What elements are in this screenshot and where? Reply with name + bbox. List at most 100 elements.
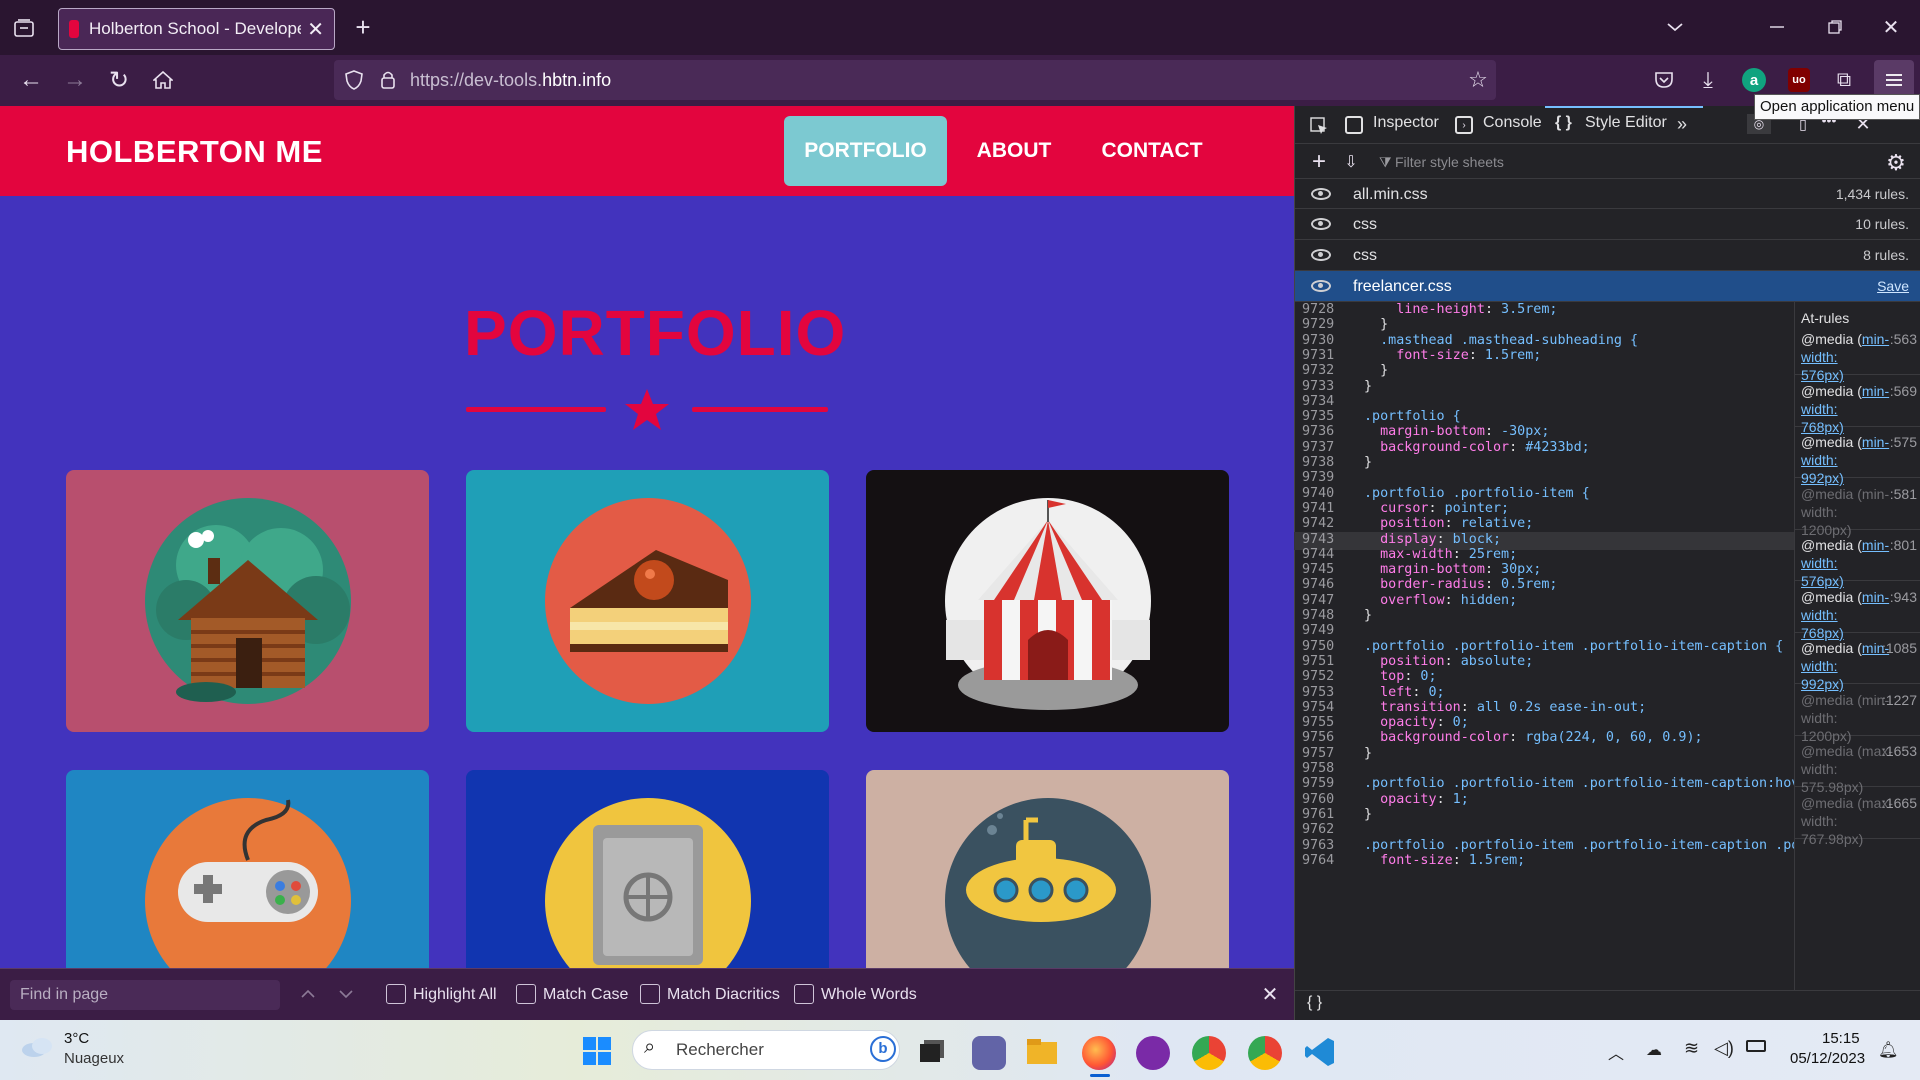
vscode-icon[interactable] (1304, 1036, 1338, 1070)
site-brand[interactable]: HOLBERTON ME (66, 134, 323, 170)
line-number: 9745 (1302, 562, 1335, 578)
stylesheet-row[interactable]: css 8 rules. (1295, 240, 1920, 271)
eye-icon[interactable] (1311, 249, 1331, 261)
whole-words-label[interactable]: Whole Words (821, 986, 917, 1004)
portfolio-item-circus[interactable] (866, 470, 1229, 732)
at-rule-media[interactable]: @media (max-width: 575.98px):1653 (1795, 736, 1920, 795)
private-browsing-icon[interactable] (1136, 1036, 1170, 1070)
extensions-puzzle-icon[interactable]: ⧉ (1830, 66, 1858, 94)
find-previous-icon[interactable] (296, 982, 320, 1006)
tab-style-editor[interactable]: Style Editor (1585, 114, 1667, 132)
filter-input[interactable]: Filter style sheets (1395, 154, 1504, 170)
portfolio-item-controller[interactable] (66, 770, 429, 968)
whole-words-checkbox[interactable] (794, 984, 814, 1004)
list-all-tabs-icon[interactable] (1660, 12, 1690, 42)
forward-icon[interactable]: → (60, 65, 90, 95)
portfolio-item-submarine[interactable] (866, 770, 1229, 968)
tab-console[interactable]: Console (1483, 114, 1542, 132)
chrome-profile-icon[interactable] (1248, 1036, 1282, 1070)
lock-icon[interactable] (376, 68, 400, 92)
weather-temperature[interactable]: 3°C (64, 1030, 89, 1047)
code-line[interactable]: 9764 font-size: 1.5rem; (1294, 853, 1794, 872)
portfolio-item-safe[interactable] (466, 770, 829, 968)
portfolio-item-cake[interactable] (466, 470, 829, 732)
downloads-icon[interactable]: ⤓ (1694, 66, 1722, 94)
restore-icon[interactable] (1820, 12, 1850, 42)
save-link[interactable]: Save (1877, 278, 1909, 294)
nav-portfolio[interactable]: PORTFOLIO (784, 116, 947, 186)
stylesheet-row[interactable]: all.min.css 1,434 rules. (1295, 178, 1920, 209)
network-cloud-icon[interactable]: ☁ (1646, 1040, 1662, 1060)
code-editor[interactable]: 9728 line-height: 3.5rem; 9729 } 9730 .mas… (1294, 300, 1794, 990)
line-number: 9735 (1302, 409, 1335, 425)
browser-tab[interactable]: Holberton School - Developer t ✕ (58, 8, 335, 50)
import-stylesheet-icon[interactable]: ⇩ (1339, 150, 1363, 174)
element-picker-icon[interactable] (1307, 114, 1331, 138)
at-rule-media[interactable]: @media (min-width: 1200px):581 (1795, 479, 1920, 538)
volume-icon[interactable]: ◁) (1714, 1038, 1734, 1059)
match-case-label[interactable]: Match Case (543, 986, 628, 1004)
highlight-all-checkbox[interactable] (386, 984, 406, 1004)
tracking-protection-icon[interactable] (342, 68, 366, 92)
close-tab-icon[interactable]: ✕ (307, 17, 324, 42)
firefox-icon[interactable] (1082, 1036, 1116, 1070)
match-case-checkbox[interactable] (516, 984, 536, 1004)
at-rule-media[interactable]: @media (min-width: 576px):563 (1795, 324, 1920, 383)
teams-chat-icon[interactable] (972, 1036, 1006, 1070)
bing-icon[interactable]: b (870, 1036, 896, 1062)
favicon-icon (69, 20, 79, 38)
tab-list-icon[interactable] (10, 14, 38, 42)
close-window-icon[interactable]: ✕ (1876, 12, 1906, 42)
highlight-all-label[interactable]: Highlight All (413, 986, 497, 1004)
wifi-icon[interactable]: ≋ (1684, 1038, 1699, 1059)
taskbar-search[interactable] (632, 1030, 900, 1070)
home-icon[interactable] (148, 65, 178, 95)
eye-icon[interactable] (1311, 280, 1331, 292)
at-rule-media[interactable]: @media (min-width: 768px):943 (1795, 582, 1920, 641)
stylesheet-row-selected[interactable]: freelancer.css Save (1295, 271, 1920, 302)
find-input[interactable]: Find in page (10, 980, 280, 1010)
settings-gear-icon[interactable]: ⚙ (1883, 150, 1909, 176)
at-rule-media[interactable]: @media (min-width: 576px):801 (1795, 530, 1920, 589)
notifications-bell-icon[interactable]: 🔔︎ (1878, 1040, 1898, 1060)
new-tab-icon[interactable]: + (348, 12, 378, 42)
at-rule-media[interactable]: @media (min-width: 768px):569 (1795, 376, 1920, 435)
stylesheet-row[interactable]: css 10 rules. (1295, 209, 1920, 240)
at-rule-media[interactable]: @media (min-width: 992px):575 (1795, 427, 1920, 486)
eye-icon[interactable] (1311, 218, 1331, 230)
find-next-icon[interactable] (334, 982, 358, 1006)
portfolio-item-cabin[interactable] (66, 470, 429, 732)
match-diacritics-checkbox[interactable] (640, 984, 660, 1004)
reload-icon[interactable]: ↻ (104, 65, 134, 95)
pocket-icon[interactable] (1650, 66, 1678, 94)
task-view-icon[interactable] (918, 1036, 952, 1070)
extension-a-icon[interactable]: a (1742, 68, 1766, 92)
chrome-icon[interactable] (1192, 1036, 1226, 1070)
at-rule-media[interactable]: @media (max-width: 767.98px):1665 (1795, 788, 1920, 847)
windows-start-icon[interactable] (582, 1036, 616, 1070)
more-tabs-icon[interactable]: » (1677, 114, 1687, 135)
bookmark-star-icon[interactable]: ☆ (1464, 66, 1492, 94)
back-icon[interactable]: ← (16, 65, 46, 95)
url-text[interactable]: https://dev-tools.hbtn.info (410, 70, 611, 91)
nav-contact[interactable]: CONTACT (1090, 116, 1214, 186)
clock-time[interactable]: 15:15 (1822, 1030, 1860, 1047)
battery-icon[interactable] (1746, 1040, 1766, 1052)
tab-inspector[interactable]: Inspector (1373, 114, 1439, 132)
show-hidden-icons[interactable]: ︿ (1608, 1040, 1624, 1064)
at-rule-media[interactable]: @media (min-width: 992px):1085 (1795, 633, 1920, 692)
close-findbar-icon[interactable]: ✕ (1256, 980, 1284, 1008)
match-diacritics-label[interactable]: Match Diacritics (667, 986, 780, 1004)
ublock-origin-icon[interactable]: uo (1788, 68, 1810, 92)
nav-about[interactable]: ABOUT (962, 116, 1066, 186)
app-menu-tooltip: Open application menu (1754, 94, 1920, 120)
at-rule-media[interactable]: @media (min-width: 1200px):1227 (1795, 685, 1920, 744)
weather-condition[interactable]: Nuageux (64, 1050, 124, 1067)
new-stylesheet-icon[interactable]: + (1307, 148, 1331, 175)
file-explorer-icon[interactable] (1026, 1036, 1060, 1070)
code-text: .portfolio .portfolio-item { (1364, 485, 1590, 501)
pretty-print-icon[interactable]: { } (1307, 994, 1322, 1012)
clock-date[interactable]: 05/12/2023 (1790, 1050, 1865, 1067)
eye-icon[interactable] (1311, 188, 1331, 200)
minimize-icon[interactable] (1762, 12, 1792, 42)
